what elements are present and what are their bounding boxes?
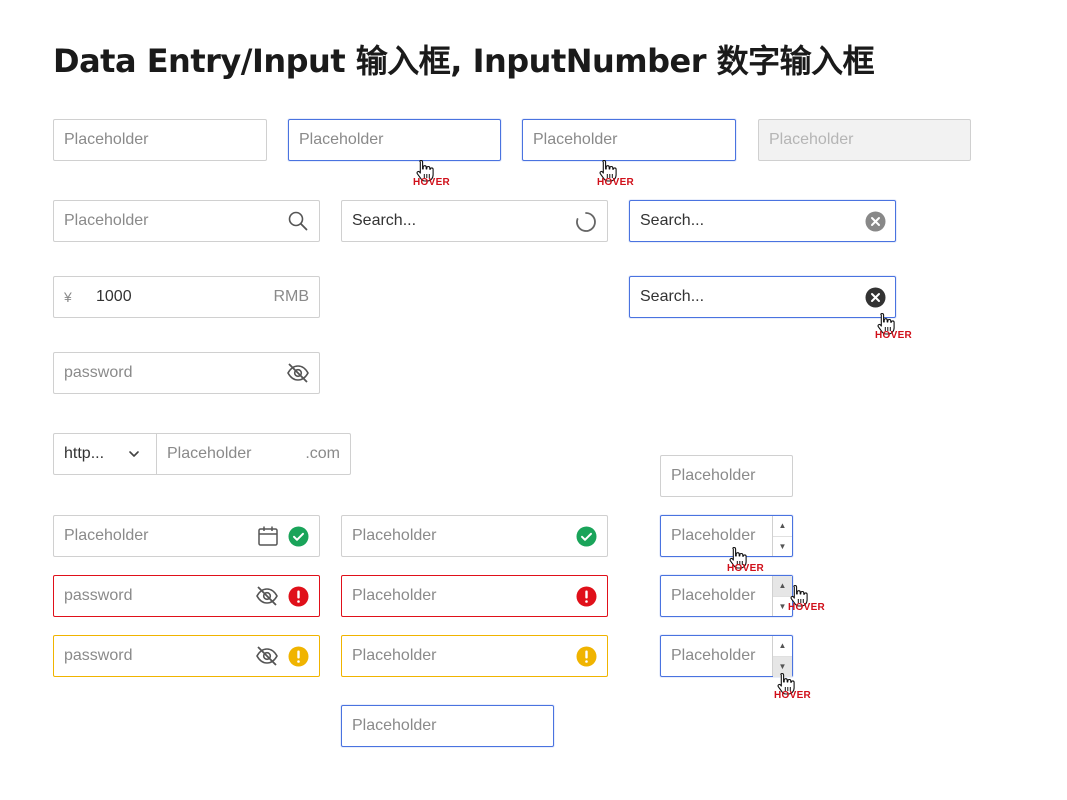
step-up-button[interactable]: ▲ [773,636,792,656]
warning-icon [576,646,597,667]
input-placeholder: password [64,647,133,664]
error-icon [576,586,597,607]
input-placeholder: Placeholder [167,445,252,462]
step-up-button[interactable]: ▲ [773,516,792,536]
hover-label: HOVER [413,177,451,188]
page-title: Data Entry/Input 输入框, InputNumber 数字输入框 [53,42,875,80]
input-placeholder: Placeholder [671,647,756,664]
hover-label: HOVER [774,690,812,701]
currency-prefix: ¥ [64,289,72,305]
search-input[interactable]: Placeholder [53,200,320,242]
input-placeholder: password [64,364,133,381]
input-placeholder: Placeholder [352,717,437,734]
loading-spinner-icon [576,212,596,232]
input-placeholder: Placeholder [64,131,149,148]
addon-divider [156,434,157,474]
input-warning[interactable]: Placeholder [341,635,608,677]
currency-suffix: RMB [273,288,309,305]
input-placeholder: Placeholder [299,131,384,148]
eye-off-icon[interactable] [255,585,279,607]
input-placeholder: Placeholder [769,131,854,148]
amount-value: 1000 [96,288,132,305]
input-placeholder: Placeholder [64,527,149,544]
input-error[interactable]: Placeholder [341,575,608,617]
hover-label: HOVER [788,602,826,613]
step-down-button[interactable]: ▼ [773,536,792,557]
clear-icon[interactable] [865,287,886,308]
input-placeholder: Placeholder [64,212,149,229]
input-placeholder: Placeholder [671,587,756,604]
input-placeholder: password [64,587,133,604]
input-hover[interactable]: Placeholder [288,119,501,161]
input-default[interactable]: Placeholder [53,119,267,161]
amount-input[interactable]: ¥ 1000 RMB [53,276,320,318]
input-hover-focused[interactable]: Placeholder [522,119,736,161]
input-focused[interactable]: Placeholder [341,705,554,747]
password-input-warning[interactable]: password [53,635,320,677]
input-placeholder: Placeholder [671,467,756,484]
hover-label: HOVER [875,330,913,341]
search-input-clearable[interactable]: Search... [629,200,896,242]
input-placeholder: Search... [352,212,417,229]
input-number-hover-down[interactable]: Placeholder ▲ ▼ [660,635,793,677]
protocol-select-value[interactable]: http... [64,434,104,474]
input-success[interactable]: Placeholder [341,515,608,557]
calendar-icon[interactable] [257,525,279,547]
error-icon [288,586,309,607]
search-icon[interactable] [287,210,309,232]
input-number-hover-up[interactable]: Placeholder ▲ ▼ [660,575,793,617]
date-input-success[interactable]: Placeholder [53,515,320,557]
input-placeholder: Placeholder [352,647,437,664]
input-placeholder: Placeholder [352,587,437,604]
input-placeholder: Search... [640,288,705,305]
domain-suffix: .com [305,445,340,462]
number-stepper[interactable]: ▲ ▼ [772,516,792,556]
input-number-default[interactable]: Placeholder [660,455,793,497]
url-input-group[interactable]: http... Placeholder .com [53,433,351,475]
input-disabled: Placeholder [758,119,971,161]
input-placeholder: Placeholder [352,527,437,544]
eye-off-icon[interactable] [255,645,279,667]
success-check-icon [576,526,597,547]
number-stepper[interactable]: ▲ ▼ [772,636,792,677]
warning-icon [288,646,309,667]
search-input-loading[interactable]: Search... [341,200,608,242]
search-input-clear-hover[interactable]: Search... [629,276,896,318]
success-check-icon [288,526,309,547]
password-input[interactable]: password [53,352,320,394]
clear-icon[interactable] [865,211,886,232]
password-input-error[interactable]: password [53,575,320,617]
input-placeholder: Placeholder [533,131,618,148]
hover-label: HOVER [597,177,635,188]
chevron-down-icon[interactable] [128,449,140,459]
input-placeholder: Search... [640,212,705,229]
eye-off-icon[interactable] [286,362,310,384]
hover-label: HOVER [727,563,765,574]
